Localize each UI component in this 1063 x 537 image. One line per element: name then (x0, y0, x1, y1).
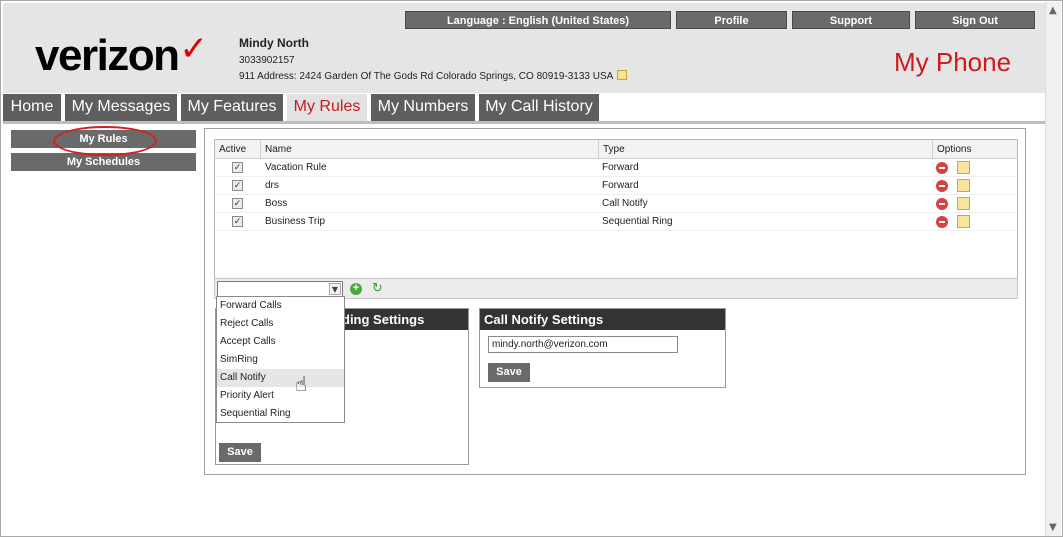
call-notify-settings-title: Call Notify Settings (480, 309, 725, 330)
table-row[interactable]: ✓ Vacation Rule Forward (215, 159, 1017, 177)
page-header: verizon✓ Mindy North 3033902157 911 Addr… (3, 3, 1046, 93)
logo-text: verizon (35, 31, 180, 80)
dropdown-option-forward-calls[interactable]: Forward Calls (217, 297, 344, 315)
rule-type: Forward (602, 180, 639, 191)
edit-icon[interactable] (957, 215, 970, 228)
dropdown-option-priority-alert[interactable]: Priority Alert (217, 387, 344, 405)
tab-my-features[interactable]: My Features (181, 94, 285, 122)
edit-icon[interactable] (957, 197, 970, 210)
rule-type-select[interactable]: ▼ (217, 281, 343, 297)
dropdown-option-sequential-ring[interactable]: Sequential Ring (217, 405, 344, 423)
table-row[interactable]: ✓ Business Trip Sequential Ring (215, 213, 1017, 231)
edit-icon[interactable] (957, 179, 970, 192)
rules-table: Active Name Type Options ✓ Vacation Rule… (214, 139, 1018, 299)
user-phone-number: 3033902157 (239, 55, 295, 66)
tab-my-rules[interactable]: My Rules (287, 94, 369, 122)
tab-my-numbers[interactable]: My Numbers (371, 94, 477, 122)
dropdown-option-simring[interactable]: SimRing (217, 351, 344, 369)
column-header-type[interactable]: Type (599, 140, 933, 159)
tab-home[interactable]: Home (3, 94, 63, 122)
column-header-active[interactable]: Active (215, 140, 261, 159)
column-header-options[interactable]: Options (933, 140, 1017, 159)
hand-cursor-icon: ☝ (295, 372, 308, 396)
dropdown-option-reject-calls[interactable]: Reject Calls (217, 315, 344, 333)
language-button[interactable]: Language : English (United States) (405, 11, 671, 29)
active-checkbox[interactable]: ✓ (232, 198, 243, 209)
rule-type-dropdown-list: Forward Calls Reject Calls Accept Calls … (216, 296, 345, 423)
delete-icon[interactable] (936, 216, 948, 228)
table-row[interactable]: ✓ Boss Call Notify (215, 195, 1017, 213)
column-header-name[interactable]: Name (261, 140, 599, 159)
rule-name: Boss (265, 198, 288, 209)
vertical-scrollbar[interactable]: ▲ ▼ (1045, 2, 1061, 536)
tab-underline (3, 121, 1046, 124)
address-text: 911 Address: 2424 Garden Of The Gods Rd … (239, 71, 614, 82)
page-title: My Phone (894, 47, 1012, 77)
rule-name: drs (265, 180, 279, 191)
sign-out-button[interactable]: Sign Out (915, 11, 1035, 29)
user-name: Mindy North (239, 36, 309, 50)
scroll-down-icon[interactable]: ▼ (1049, 522, 1057, 533)
refresh-icon[interactable]: ↻ (372, 282, 386, 296)
verizon-logo[interactable]: verizon✓ (35, 29, 209, 81)
profile-button[interactable]: Profile (676, 11, 787, 29)
active-checkbox[interactable]: ✓ (232, 216, 243, 227)
rule-name: Business Trip (265, 216, 326, 227)
tab-my-call-history[interactable]: My Call History (479, 94, 601, 122)
delete-icon[interactable] (936, 180, 948, 192)
table-header: Active Name Type Options (215, 140, 1017, 159)
edit-icon[interactable] (957, 161, 970, 174)
delete-icon[interactable] (936, 162, 948, 174)
forwarding-save-button[interactable]: Save (219, 443, 261, 462)
logo-checkmark-icon: ✓ (179, 29, 209, 69)
rule-name: Vacation Rule (265, 162, 327, 173)
scroll-up-icon[interactable]: ▲ (1049, 5, 1057, 16)
active-checkbox[interactable]: ✓ (232, 180, 243, 191)
call-notify-save-button[interactable]: Save (488, 363, 530, 382)
rule-type: Sequential Ring (602, 216, 673, 227)
tab-my-messages[interactable]: My Messages (65, 94, 179, 122)
dropdown-option-accept-calls[interactable]: Accept Calls (217, 333, 344, 351)
highlight-circle (53, 126, 157, 156)
browser-frame: verizon✓ Mindy North 3033902157 911 Addr… (0, 0, 1063, 537)
add-icon[interactable]: + (350, 283, 362, 295)
active-checkbox[interactable]: ✓ (232, 162, 243, 173)
call-notify-settings-panel: Call Notify Settings Save (479, 308, 726, 388)
rule-type: Forward (602, 162, 639, 173)
dropdown-option-call-notify[interactable]: Call Notify (217, 369, 344, 387)
user-911-address: 911 Address: 2424 Garden Of The Gods Rd … (239, 70, 628, 82)
support-button[interactable]: Support (792, 11, 910, 29)
table-row[interactable]: ✓ drs Forward (215, 177, 1017, 195)
delete-icon[interactable] (936, 198, 948, 210)
chevron-down-icon[interactable]: ▼ (329, 283, 341, 295)
rule-type: Call Notify (602, 198, 648, 209)
note-icon[interactable] (617, 70, 628, 80)
email-field[interactable] (488, 336, 678, 353)
